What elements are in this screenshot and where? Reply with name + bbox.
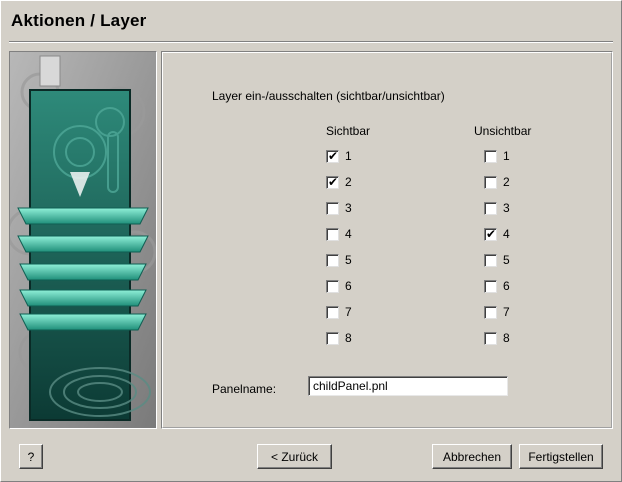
visible-layer-3-checkbox[interactable] (326, 201, 339, 215)
visible-layer-2-row[interactable]: ✔ 2 (326, 174, 352, 190)
invisible-layer-label: 5 (503, 253, 510, 267)
visible-layer-1-checkbox[interactable]: ✔ (326, 148, 339, 163)
visible-layer-label: 8 (345, 331, 352, 345)
checkmark-icon: ✔ (328, 148, 339, 163)
layer-stack-illustration (10, 52, 156, 428)
visible-layer-4-checkbox[interactable] (326, 227, 339, 241)
visible-layer-1-row[interactable]: ✔ 1 (326, 148, 352, 164)
visible-layer-6-checkbox[interactable] (326, 279, 339, 293)
visible-layer-7-row[interactable]: 7 (326, 304, 352, 320)
invisible-layer-2-checkbox[interactable] (484, 175, 497, 189)
invisible-layer-6-checkbox[interactable] (484, 279, 497, 293)
invisible-layer-8-checkbox[interactable] (484, 331, 497, 345)
back-button[interactable]: < Zurück (257, 444, 332, 469)
invisible-layer-label: 6 (503, 279, 510, 293)
invisible-layer-4-row[interactable]: ✔ 4 (484, 226, 510, 242)
invisible-layer-3-checkbox[interactable] (484, 201, 497, 215)
visible-layer-5-checkbox[interactable] (326, 253, 339, 267)
invisible-layer-label: 4 (503, 227, 510, 241)
invisible-layer-7-row[interactable]: 7 (484, 304, 510, 320)
invisible-layer-5-row[interactable]: 5 (484, 252, 510, 268)
invisible-layer-1-row[interactable]: 1 (484, 148, 510, 164)
invisible-column-header: Unsichtbar (474, 124, 532, 138)
visible-layer-7-checkbox[interactable] (326, 305, 339, 319)
invisible-layer-7-checkbox[interactable] (484, 305, 497, 319)
visible-layer-4-row[interactable]: 4 (326, 226, 352, 242)
visible-column-header: Sichtbar (326, 124, 371, 138)
help-button[interactable]: ? (19, 444, 43, 469)
checkmark-icon: ✔ (328, 174, 339, 189)
visible-layer-label: 3 (345, 201, 352, 215)
visible-layer-2-checkbox[interactable]: ✔ (326, 174, 339, 189)
invisible-layer-4-checkbox[interactable]: ✔ (484, 226, 497, 241)
invisible-layer-label: 7 (503, 305, 510, 319)
panelname-input[interactable] (308, 376, 508, 396)
finish-button[interactable]: Fertigstellen (519, 444, 603, 469)
visible-layer-8-checkbox[interactable] (326, 331, 339, 345)
invisible-layer-label: 2 (503, 175, 510, 189)
visible-layer-3-row[interactable]: 3 (326, 200, 352, 216)
visible-layer-label: 7 (345, 305, 352, 319)
invisible-layer-2-row[interactable]: 2 (484, 174, 510, 190)
invisible-layer-8-row[interactable]: 8 (484, 330, 510, 346)
layer-toggle-heading: Layer ein-/ausschalten (sichtbar/unsicht… (212, 89, 445, 103)
invisible-layer-6-row[interactable]: 6 (484, 278, 510, 294)
dialog-title: Aktionen / Layer (11, 11, 147, 30)
invisible-layer-5-checkbox[interactable] (484, 253, 497, 267)
panelname-label: Panelname: (212, 382, 277, 396)
visible-layer-label: 2 (345, 175, 352, 189)
visible-layer-label: 6 (345, 279, 352, 293)
invisible-layer-label: 3 (503, 201, 510, 215)
wizard-window: Aktionen / Layer Layer ein-/ausschalten … (0, 0, 622, 482)
visible-layer-label: 5 (345, 253, 352, 267)
visible-layer-8-row[interactable]: 8 (326, 330, 352, 346)
invisible-layer-3-row[interactable]: 3 (484, 200, 510, 216)
cancel-button[interactable]: Abbrechen (432, 444, 512, 469)
title-divider (9, 41, 613, 43)
visible-layer-label: 1 (345, 149, 352, 163)
visible-layer-5-row[interactable]: 5 (326, 252, 352, 268)
checkmark-icon: ✔ (486, 226, 497, 241)
invisible-layer-label: 8 (503, 331, 510, 345)
invisible-layer-1-checkbox[interactable] (484, 149, 497, 163)
visible-layer-label: 4 (345, 227, 352, 241)
visible-layer-6-row[interactable]: 6 (326, 278, 352, 294)
wizard-side-image (9, 51, 157, 429)
invisible-layer-label: 1 (503, 149, 510, 163)
layer-settings-panel: Layer ein-/ausschalten (sichtbar/unsicht… (161, 51, 613, 429)
